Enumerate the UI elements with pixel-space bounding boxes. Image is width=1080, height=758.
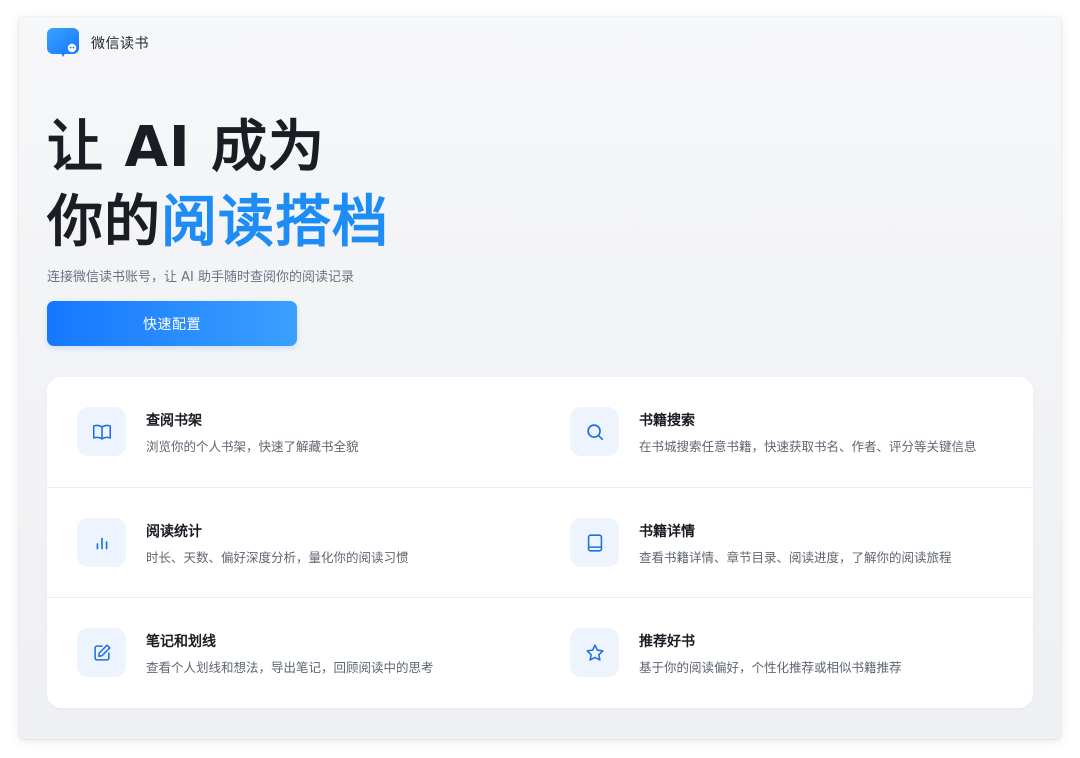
feature-book-search[interactable]: 书籍搜索 在书城搜索任意书籍，快速获取书名、作者、评分等关键信息 [570, 377, 1020, 487]
feature-description: 查看个人划线和想法，导出笔记，回顾阅读中的思考 [146, 660, 434, 675]
feature-description: 浏览你的个人书架，快速了解藏书全貌 [146, 439, 359, 454]
brand-header[interactable]: 微信读书 [47, 28, 149, 58]
feature-notes-highlights[interactable]: 笔记和划线 查看个人划线和想法，导出笔记，回顾阅读中的思考 [77, 598, 547, 708]
app-window: 微信读书 让 AI 成为 你的阅读搭档 连接微信读书账号，让 AI 助手随时查阅… [19, 17, 1061, 739]
bar-chart-icon [77, 518, 126, 567]
feature-description: 查看书籍详情、章节目录、阅读进度，了解你的阅读旅程 [639, 550, 952, 565]
feature-title: 推荐好书 [639, 634, 695, 650]
feature-row: 阅读统计 时长、天数、偏好深度分析，量化你的阅读习惯 书籍详情 查看书籍详情、章… [47, 487, 1033, 598]
feature-title: 笔记和划线 [146, 634, 216, 650]
feature-description: 时长、天数、偏好深度分析，量化你的阅读习惯 [146, 550, 409, 565]
feature-description: 在书城搜索任意书籍，快速获取书名、作者、评分等关键信息 [639, 439, 977, 454]
quick-setup-button[interactable]: 快速配置 [47, 301, 297, 346]
feature-title: 查阅书架 [146, 413, 202, 429]
star-icon [570, 628, 619, 677]
feature-bookshelf[interactable]: 查阅书架 浏览你的个人书架，快速了解藏书全貌 [77, 377, 547, 487]
feature-title: 书籍搜索 [639, 413, 695, 429]
app-name: 微信读书 [91, 36, 149, 52]
hero-subtitle: 连接微信读书账号，让 AI 助手随时查阅你的阅读记录 [47, 270, 354, 285]
edit-note-icon [77, 628, 126, 677]
hero-title-plain: 你的 [47, 190, 161, 255]
features-card: 查阅书架 浏览你的个人书架，快速了解藏书全貌 书籍搜索 在书城搜索任意书籍，快速… [47, 377, 1033, 708]
hero-title-accent: 阅读搭档 [161, 190, 389, 255]
book-icon [570, 518, 619, 567]
feature-title: 书籍详情 [639, 524, 695, 540]
wechat-read-logo-icon [47, 28, 79, 58]
open-book-icon [77, 407, 126, 456]
search-icon [570, 407, 619, 456]
feature-book-details[interactable]: 书籍详情 查看书籍详情、章节目录、阅读进度，了解你的阅读旅程 [570, 488, 1020, 598]
feature-row: 查阅书架 浏览你的个人书架，快速了解藏书全貌 书籍搜索 在书城搜索任意书籍，快速… [47, 377, 1033, 487]
hero-title-line1: 让 AI 成为 [47, 115, 326, 180]
feature-reading-stats[interactable]: 阅读统计 时长、天数、偏好深度分析，量化你的阅读习惯 [77, 488, 547, 598]
feature-row: 笔记和划线 查看个人划线和想法，导出笔记，回顾阅读中的思考 推荐好书 基于你的阅… [47, 597, 1033, 708]
feature-recommend-books[interactable]: 推荐好书 基于你的阅读偏好，个性化推荐或相似书籍推荐 [570, 598, 1020, 708]
feature-title: 阅读统计 [146, 524, 202, 540]
hero-title-line2: 你的阅读搭档 [47, 190, 389, 256]
feature-description: 基于你的阅读偏好，个性化推荐或相似书籍推荐 [639, 660, 902, 675]
